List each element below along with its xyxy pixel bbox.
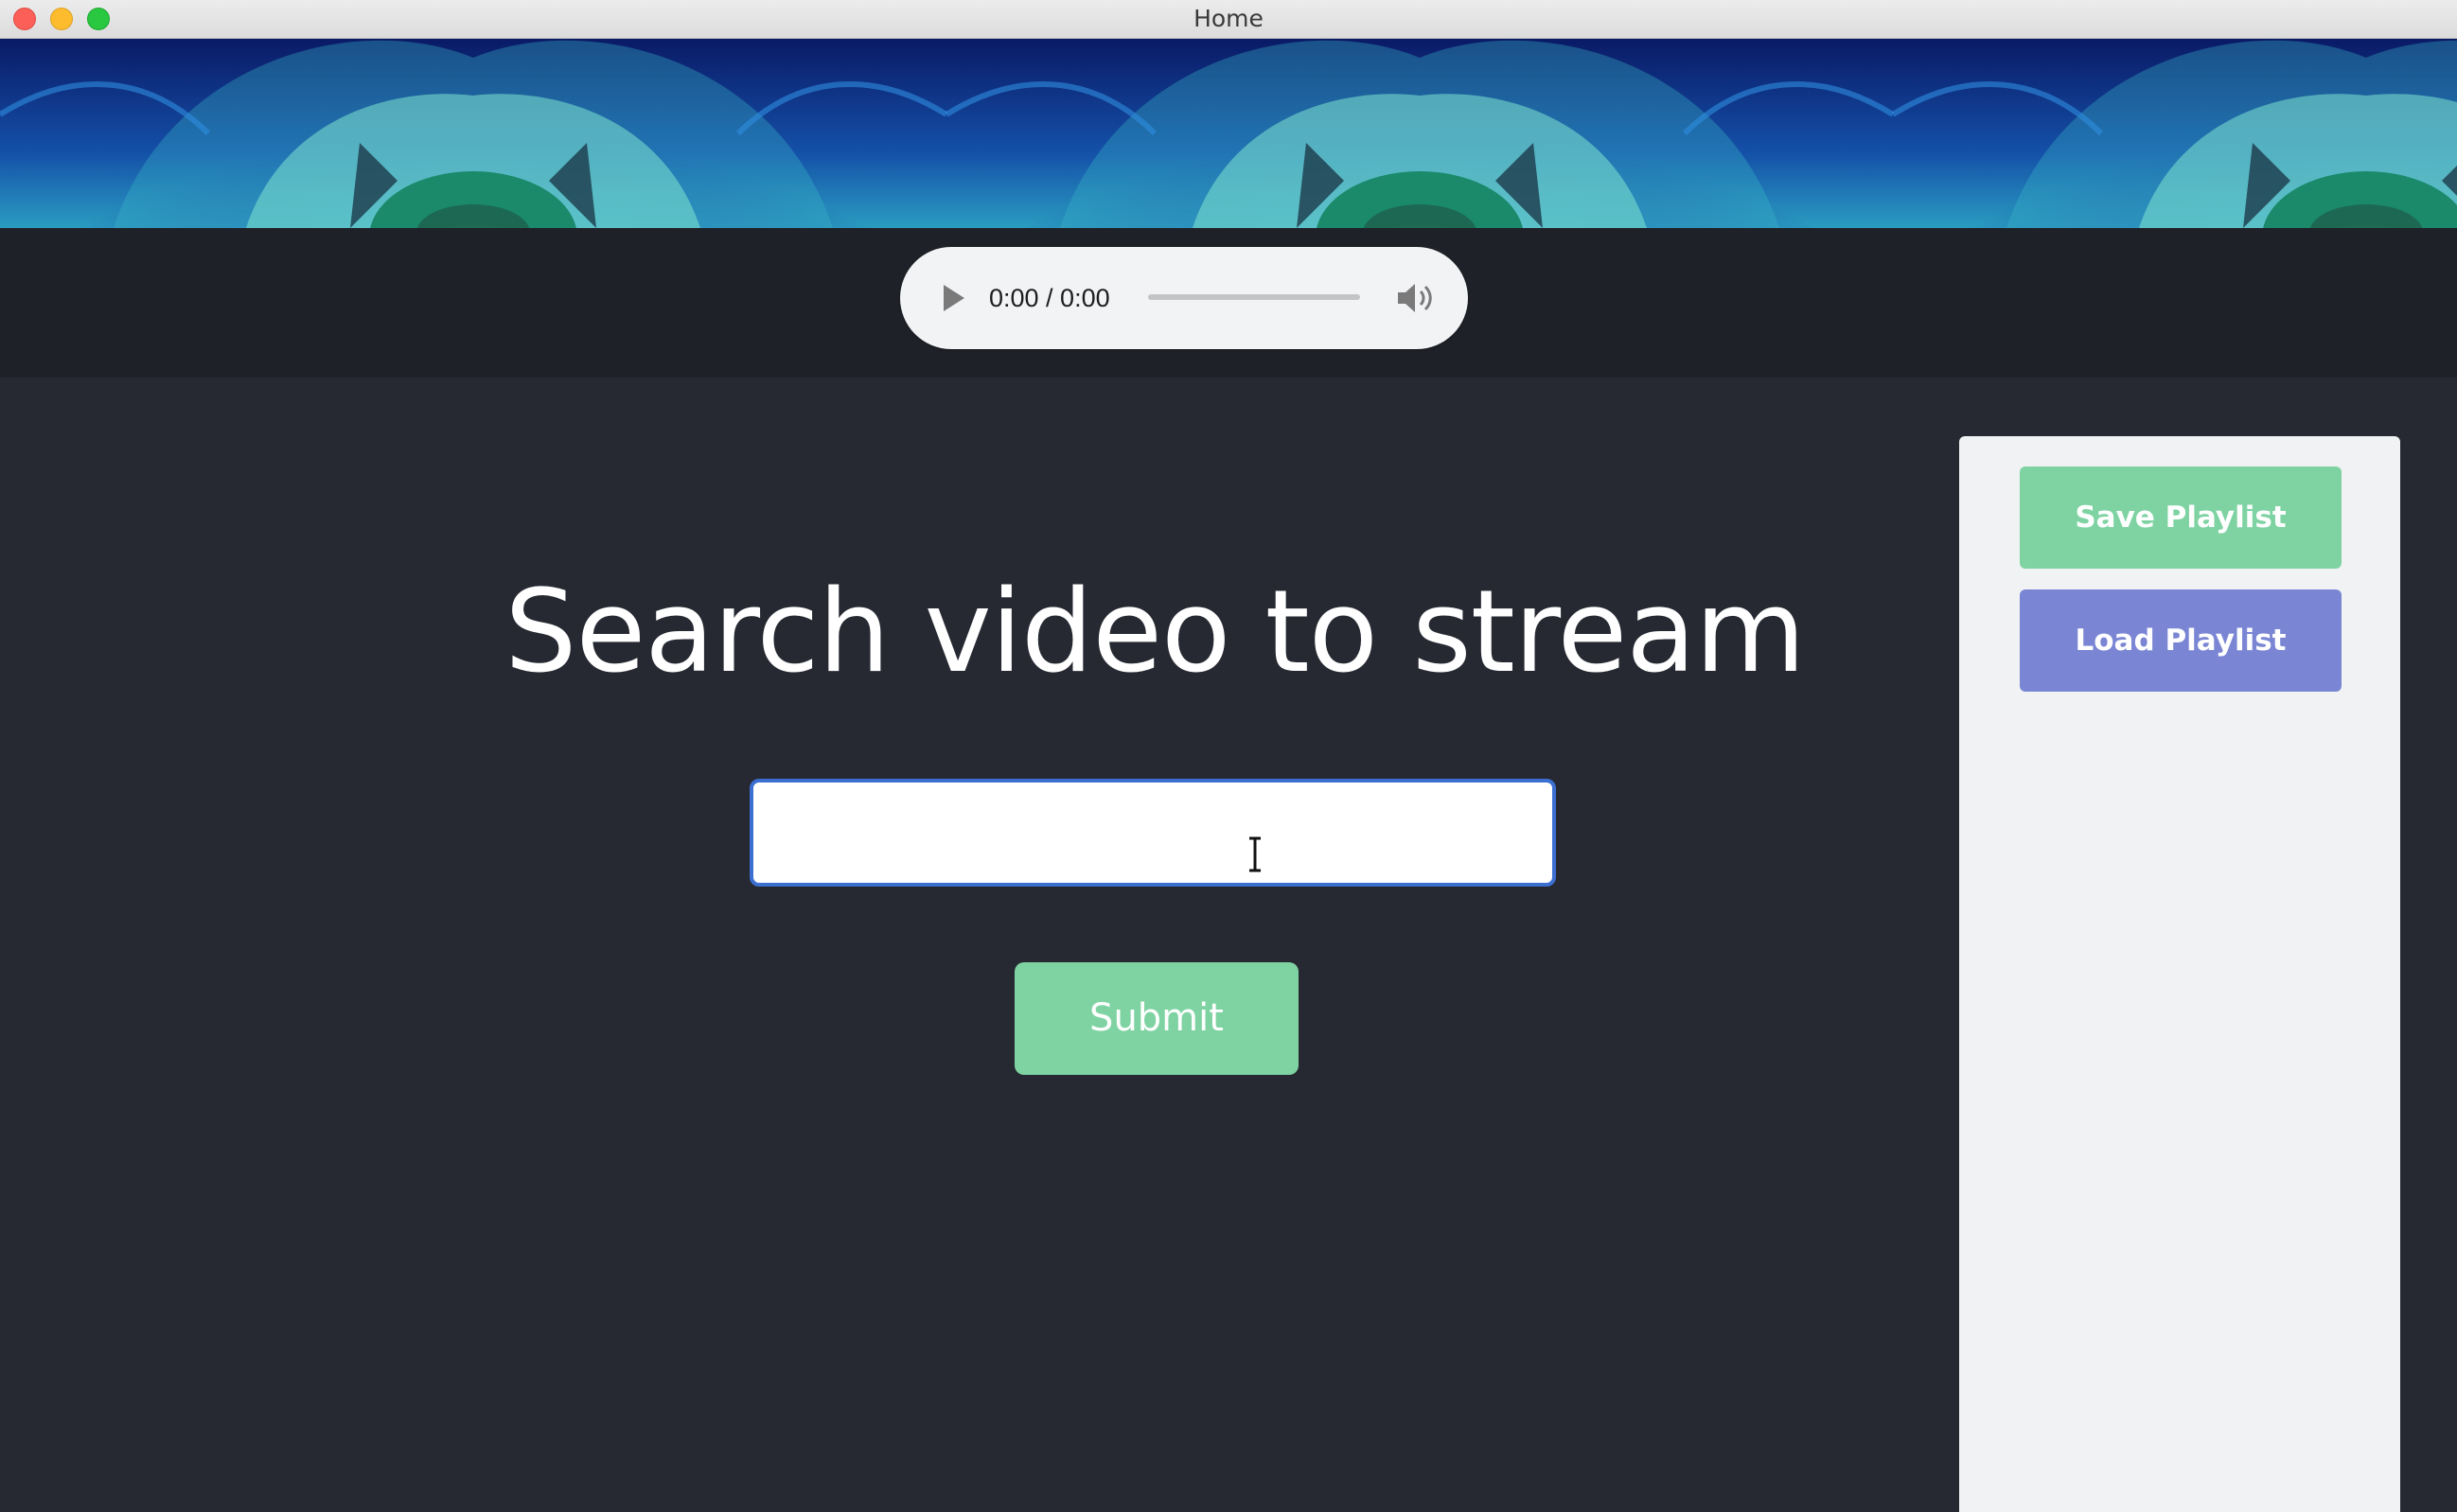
- app-window: Home 0:00 / 0:00 Search video to stream …: [0, 0, 2457, 1512]
- text-cursor-icon: [1246, 835, 1264, 873]
- audio-player-bar: 0:00 / 0:00: [0, 228, 2457, 378]
- submit-button[interactable]: Submit: [1015, 962, 1299, 1075]
- play-icon[interactable]: [938, 283, 968, 313]
- time-display: 0:00 / 0:00: [989, 284, 1110, 312]
- search-input[interactable]: [750, 779, 1556, 887]
- header-banner-image: [0, 39, 2457, 228]
- window-title: Home: [1193, 5, 1264, 32]
- playlist-sidebar: Save Playlist Load Playlist: [1959, 436, 2400, 1512]
- title-bar: Home: [0, 0, 2457, 39]
- audio-player: 0:00 / 0:00: [900, 247, 1468, 349]
- seek-slider[interactable]: [1148, 294, 1360, 300]
- main-content: Search video to stream Submit Save Playl…: [0, 378, 2457, 1512]
- load-playlist-button[interactable]: Load Playlist: [2020, 589, 2342, 692]
- save-playlist-button[interactable]: Save Playlist: [2020, 466, 2342, 569]
- volume-icon[interactable]: [1396, 279, 1436, 317]
